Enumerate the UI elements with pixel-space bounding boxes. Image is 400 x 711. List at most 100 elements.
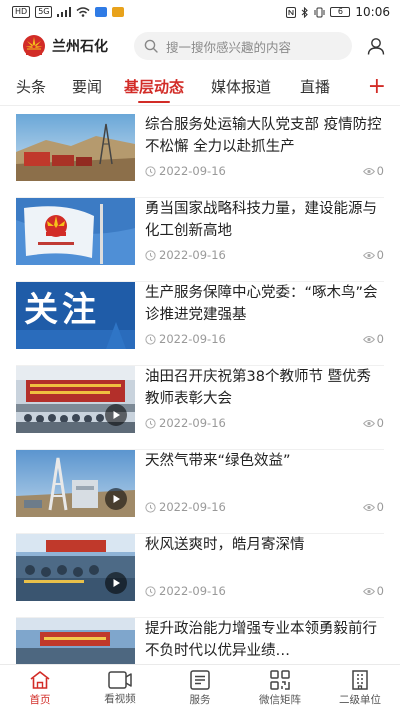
petrochina-logo-icon xyxy=(23,35,45,57)
signal-icon xyxy=(57,7,72,17)
news-views: 0 xyxy=(362,584,384,598)
tab-label: 要闻 xyxy=(72,78,103,96)
news-item[interactable]: 勇当国家战略科技力量，建设能源与化工创新高地 2022-09-16 0 xyxy=(16,198,384,282)
news-views-count: 0 xyxy=(376,416,384,430)
notification-app-icon xyxy=(95,7,108,17)
network-indicator: 5G xyxy=(35,6,53,18)
news-views: 0 xyxy=(362,164,384,178)
tab-label: 头条 xyxy=(16,78,47,96)
news-date-text: 2022-09-16 xyxy=(159,584,226,598)
tab-media-reports[interactable]: 媒体报道 xyxy=(211,68,271,106)
nav-wechat-matrix[interactable]: 微信矩阵 xyxy=(240,665,320,711)
app-header: 兰州石化 搜一搜你感兴趣的内容 xyxy=(0,27,400,65)
news-item[interactable]: 秋风送爽时，皓月寄深情 2022-09-16 0 xyxy=(16,534,384,618)
hd-indicator: HD xyxy=(12,6,31,18)
tab-label: 直播 xyxy=(300,78,331,96)
news-views: 0 xyxy=(362,248,384,262)
home-icon xyxy=(30,670,50,689)
news-date-text: 2022-09-16 xyxy=(159,332,226,346)
clock-icon xyxy=(145,249,156,261)
nav-label: 服务 xyxy=(189,693,211,706)
eye-icon xyxy=(362,419,375,427)
battery-indicator: 6 xyxy=(330,7,351,17)
bluetooth-icon xyxy=(302,6,309,18)
bottom-navigation: 首页 看视频 服务 微信矩阵 二级单位 xyxy=(0,664,400,711)
news-views: 0 xyxy=(362,332,384,346)
tab-live[interactable]: 直播 xyxy=(300,68,330,106)
news-views-count: 0 xyxy=(376,500,384,514)
news-views: 0 xyxy=(362,416,384,430)
nav-label: 二级单位 xyxy=(339,693,381,706)
news-meta: 2022-09-16 0 xyxy=(145,499,384,515)
search-icon xyxy=(144,39,158,53)
news-meta: 2022-09-16 0 xyxy=(145,163,384,179)
nav-service[interactable]: 服务 xyxy=(160,665,240,711)
user-icon xyxy=(367,38,385,55)
news-views-count: 0 xyxy=(376,584,384,598)
add-tab-button[interactable]: + xyxy=(368,68,386,104)
news-thumbnail xyxy=(16,198,135,265)
news-views-count: 0 xyxy=(376,248,384,262)
category-tabs: 头条 要闻 基层动态 媒体报道 直播 xyxy=(0,68,400,106)
news-views-count: 0 xyxy=(376,164,384,178)
nav-sub-units[interactable]: 二级单位 xyxy=(320,665,400,711)
news-title: 勇当国家战略科技力量，建设能源与化工创新高地 xyxy=(145,201,377,239)
play-video-button[interactable] xyxy=(105,572,127,594)
news-date-text: 2022-09-16 xyxy=(159,248,226,262)
nav-home[interactable]: 首页 xyxy=(0,665,80,711)
news-date: 2022-09-16 xyxy=(145,332,226,346)
news-meta: 2022-09-16 0 xyxy=(145,583,384,599)
service-icon xyxy=(190,669,210,690)
tab-grassroots-news[interactable]: 基层动态 xyxy=(124,68,184,106)
eye-icon xyxy=(362,167,375,175)
nav-label: 看视频 xyxy=(104,692,136,705)
news-date: 2022-09-16 xyxy=(145,584,226,598)
status-bar: HD 5G 6 10:06 xyxy=(0,0,400,24)
news-thumbnail xyxy=(16,534,135,601)
tab-headlines[interactable]: 头条 xyxy=(16,68,46,106)
search-box[interactable]: 搜一搜你感兴趣的内容 xyxy=(134,32,352,60)
play-video-button[interactable] xyxy=(105,488,127,510)
tab-label: 基层动态 xyxy=(124,78,185,96)
nav-label: 首页 xyxy=(29,693,51,706)
app-logo: 兰州石化 xyxy=(22,34,134,58)
news-meta: 2022-09-16 0 xyxy=(145,331,384,347)
news-thumbnail: 关注 xyxy=(16,282,135,349)
vibrate-icon xyxy=(314,7,325,17)
news-meta: 2022-09-16 0 xyxy=(145,247,384,263)
nav-label: 微信矩阵 xyxy=(259,693,301,706)
qr-matrix-icon xyxy=(270,669,290,690)
news-item[interactable]: 油田召开庆祝第38个教师节 暨优秀教师表彰大会 2022-09-16 0 xyxy=(16,366,384,450)
news-date: 2022-09-16 xyxy=(145,248,226,262)
play-video-button[interactable] xyxy=(105,404,127,426)
news-date: 2022-09-16 xyxy=(145,500,226,514)
play-icon xyxy=(113,579,120,587)
news-thumbnail xyxy=(16,114,135,181)
nav-videos[interactable]: 看视频 xyxy=(80,665,160,711)
tab-key-news[interactable]: 要闻 xyxy=(72,68,102,106)
logo-text: 兰州石化 xyxy=(52,39,108,55)
status-time: 10:06 xyxy=(355,5,390,19)
user-profile-button[interactable] xyxy=(364,34,388,58)
news-date-text: 2022-09-16 xyxy=(159,164,226,178)
news-date: 2022-09-16 xyxy=(145,164,226,178)
news-date-text: 2022-09-16 xyxy=(159,500,226,514)
status-bar-left: HD 5G xyxy=(12,6,125,18)
news-title: 油田召开庆祝第38个教师节 暨优秀教师表彰大会 xyxy=(145,369,372,407)
clock-icon xyxy=(145,501,156,513)
thumbnail-caption: 关注 xyxy=(24,290,100,330)
news-item[interactable]: 关注 生产服务保障中心党委：“啄木鸟”会诊推进党建强基 2022-09-16 0 xyxy=(16,282,384,366)
news-item[interactable]: 天然气带来“绿色效益” 2022-09-16 0 xyxy=(16,450,384,534)
news-title: 综合服务处运输大队党支部 疫情防控不松懈 全力以赴抓生产 xyxy=(145,117,382,155)
building-icon xyxy=(352,669,368,690)
news-date: 2022-09-16 xyxy=(145,416,226,430)
status-bar-right: 6 10:06 xyxy=(286,5,390,19)
news-item[interactable]: 综合服务处运输大队党支部 疫情防控不松懈 全力以赴抓生产 2022-09-16 … xyxy=(16,114,384,198)
nfc-icon xyxy=(286,6,297,18)
news-views: 0 xyxy=(362,500,384,514)
eye-icon xyxy=(362,251,375,259)
tab-label: 媒体报道 xyxy=(211,78,272,96)
news-views-count: 0 xyxy=(376,332,384,346)
eye-icon xyxy=(362,587,375,595)
video-icon xyxy=(108,670,132,689)
